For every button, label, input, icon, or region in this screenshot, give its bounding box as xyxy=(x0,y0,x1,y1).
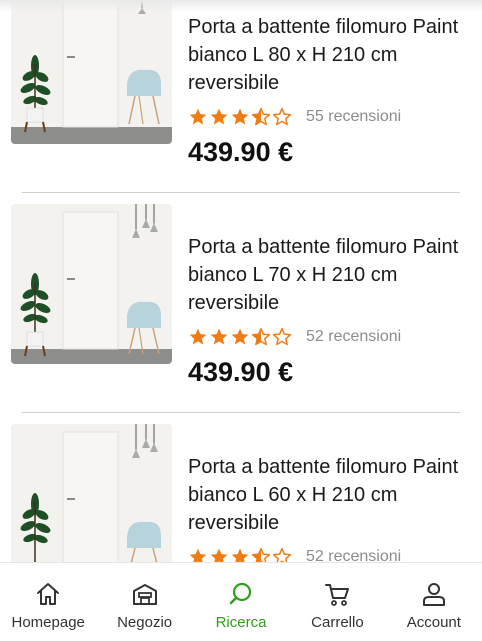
bottom-navigation: Homepage Negozio Ricerca Carrello Accoun… xyxy=(0,562,482,641)
nav-label: Account xyxy=(406,614,461,631)
product-info: Porta a battente filomuro Paint bianco L… xyxy=(188,13,473,168)
star-full-icon xyxy=(189,328,207,345)
store-icon xyxy=(132,584,157,605)
star-full-icon xyxy=(189,548,207,562)
star-empty-icon xyxy=(272,327,292,346)
nav-carrello[interactable]: Carrello xyxy=(289,563,385,641)
nav-account[interactable]: Account xyxy=(386,563,482,641)
star-half-icon xyxy=(251,547,271,562)
star-full-icon xyxy=(210,328,228,345)
star-rating xyxy=(188,547,292,562)
product-rating: 52 recensioni xyxy=(188,543,473,562)
product-image[interactable] xyxy=(11,204,172,364)
product-info: Porta a battente filomuro Paint bianco L… xyxy=(188,453,473,562)
star-empty-icon xyxy=(272,107,292,126)
product-image[interactable] xyxy=(11,0,172,144)
nav-label: Ricerca xyxy=(215,614,267,631)
star-full-icon xyxy=(231,108,249,125)
star-full-icon xyxy=(189,108,207,125)
search-icon xyxy=(229,582,252,605)
review-count[interactable]: 55 recensioni xyxy=(306,108,401,126)
star-full-icon xyxy=(231,328,249,345)
product-price: 439.90 € xyxy=(188,357,294,387)
nav-label: Negozio xyxy=(117,614,173,631)
nav-label: Homepage xyxy=(11,614,85,631)
divider xyxy=(22,192,460,193)
star-rating xyxy=(188,327,292,347)
product-card[interactable]: Porta a battente filomuro Paint bianco L… xyxy=(0,204,482,424)
star-empty-icon xyxy=(272,547,292,562)
cart-icon xyxy=(325,584,350,606)
star-rating xyxy=(188,107,292,127)
star-half-icon xyxy=(251,107,271,126)
home-icon xyxy=(37,583,60,605)
product-title[interactable]: Porta a battente filomuro Paint bianco L… xyxy=(188,13,473,97)
divider xyxy=(22,412,460,413)
product-rating: 52 recensioni xyxy=(188,323,473,351)
account-icon xyxy=(422,583,445,606)
product-card[interactable]: Porta a battente filomuro Paint bianco L… xyxy=(0,424,482,562)
nav-negozio[interactable]: Negozio xyxy=(96,563,192,641)
product-title[interactable]: Porta a battente filomuro Paint bianco L… xyxy=(188,233,473,317)
star-full-icon xyxy=(210,108,228,125)
product-title[interactable]: Porta a battente filomuro Paint bianco L… xyxy=(188,453,473,537)
product-rating: 55 recensioni xyxy=(188,103,473,131)
product-info: Porta a battente filomuro Paint bianco L… xyxy=(188,233,473,388)
star-full-icon xyxy=(231,548,249,562)
product-card[interactable]: Porta a battente filomuro Paint bianco L… xyxy=(0,0,482,204)
nav-ricerca[interactable]: Ricerca xyxy=(193,563,289,641)
review-count[interactable]: 52 recensioni xyxy=(306,548,401,562)
nav-label: Carrello xyxy=(311,614,364,631)
star-half-icon xyxy=(251,327,271,346)
star-full-icon xyxy=(210,548,228,562)
product-price: 439.90 € xyxy=(188,137,294,167)
product-list: Porta a battente filomuro Paint bianco L… xyxy=(0,0,482,562)
product-image[interactable] xyxy=(11,424,172,562)
review-count[interactable]: 52 recensioni xyxy=(306,328,401,346)
nav-homepage[interactable]: Homepage xyxy=(0,563,96,641)
top-scroll-shadow xyxy=(0,0,482,12)
